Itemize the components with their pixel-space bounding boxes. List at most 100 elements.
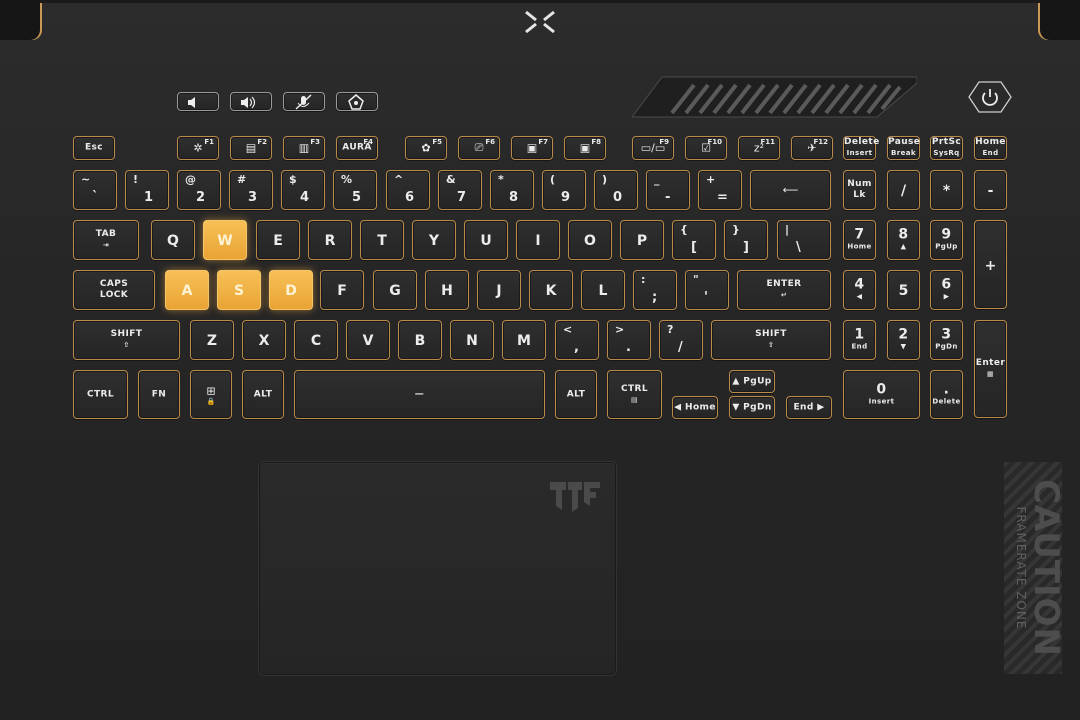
bottom-row-key-0[interactable]: CTRL	[73, 370, 128, 419]
qwerty-row-key-11[interactable]: {[	[672, 220, 716, 260]
qwerty-row-key-13[interactable]: | \	[777, 220, 831, 260]
home-row-key-3[interactable]: D	[269, 270, 313, 310]
qwerty-row-key-15[interactable]: 8 ▲	[887, 220, 920, 260]
qwerty-row-key-12[interactable]: }]	[724, 220, 768, 260]
fn-row-key-10[interactable]: ☑ F10	[685, 136, 727, 160]
shift-row-key-5[interactable]: B	[398, 320, 442, 360]
bottom-row-key-5[interactable]: ALT	[555, 370, 597, 419]
shift-row-key-12[interactable]: 1 End	[843, 320, 876, 360]
shift-row-key-3[interactable]: C	[294, 320, 338, 360]
bottom-row-key-10[interactable]: End ▶	[786, 396, 832, 419]
fn-row-key-16[interactable]: Home End	[974, 136, 1007, 160]
home-row-key-5[interactable]: G	[373, 270, 417, 310]
number-row-key-15[interactable]: /	[887, 170, 920, 210]
home-row-key-2[interactable]: S	[217, 270, 261, 310]
fn-row-key-13[interactable]: Delete Insert	[843, 136, 879, 160]
bottom-row-key-8[interactable]: ▲ PgUp	[729, 370, 775, 393]
shift-row-key-0[interactable]: SHIFT ⇧	[73, 320, 180, 360]
number-row-key-13[interactable]: ⟵	[750, 170, 831, 210]
hotkey-armoury-button[interactable]	[336, 92, 378, 111]
shift-row-key-15[interactable]: Enter ▦	[974, 320, 1007, 418]
home-row-key-14[interactable]: 5	[887, 270, 920, 310]
number-row-key-6[interactable]: ^ 6	[386, 170, 430, 210]
hotkey-vol-up-button[interactable]	[230, 92, 272, 111]
qwerty-row-key-1[interactable]: Q	[151, 220, 195, 260]
bottom-row-key-11[interactable]: 0 Insert	[843, 370, 920, 419]
number-row-key-10[interactable]: ) 0	[594, 170, 638, 210]
qwerty-row-key-2[interactable]: W	[203, 220, 247, 260]
home-row-key-0[interactable]: CAPS LOCK	[73, 270, 155, 310]
qwerty-row-key-9[interactable]: O	[568, 220, 612, 260]
home-row-key-8[interactable]: K	[529, 270, 573, 310]
shift-row-key-9[interactable]: >.	[607, 320, 651, 360]
fn-row-key-0[interactable]: Esc	[73, 136, 115, 160]
number-row-key-9[interactable]: (9	[542, 170, 586, 210]
hotkey-mic-mute-button[interactable]	[283, 92, 325, 111]
fn-row-key-7[interactable]: ▣ F7	[511, 136, 553, 160]
shift-row-key-1[interactable]: Z	[190, 320, 234, 360]
qwerty-row-key-7[interactable]: U	[464, 220, 508, 260]
shift-row-key-7[interactable]: M	[502, 320, 546, 360]
fn-row-key-5[interactable]: ✿ F5	[405, 136, 447, 160]
home-row-key-4[interactable]: F	[320, 270, 364, 310]
qwerty-row-key-3[interactable]: E	[256, 220, 300, 260]
number-row-key-11[interactable]: _ -	[646, 170, 690, 210]
qwerty-row-key-17[interactable]: +	[974, 220, 1007, 309]
shift-row-key-14[interactable]: 3 PgDn	[930, 320, 963, 360]
bottom-row-key-2[interactable]: ⊞ 🔒	[190, 370, 232, 419]
bottom-row-key-9[interactable]: ▼ PgDn	[729, 396, 775, 419]
qwerty-row-key-8[interactable]: I	[516, 220, 560, 260]
shift-row-key-8[interactable]: <,	[555, 320, 599, 360]
hotkey-vol-down-button[interactable]	[177, 92, 219, 111]
home-row-key-13[interactable]: 4 ◀	[843, 270, 876, 310]
home-row-key-10[interactable]: :;	[633, 270, 677, 310]
home-row-key-7[interactable]: J	[477, 270, 521, 310]
bottom-row-key-6[interactable]: CTRL ▤	[607, 370, 662, 419]
qwerty-row-key-6[interactable]: Y	[412, 220, 456, 260]
fn-row-key-9[interactable]: ▭/▭ F9	[632, 136, 674, 160]
home-row-key-9[interactable]: L	[581, 270, 625, 310]
fn-row-key-3[interactable]: ▥ F3	[283, 136, 325, 160]
qwerty-row-key-0[interactable]: TAB ⇥	[73, 220, 139, 260]
bottom-row-key-3[interactable]: ALT	[242, 370, 284, 419]
fn-row-key-15[interactable]: PrtSc SysRq	[930, 136, 963, 160]
shift-row-key-11[interactable]: SHIFT ⇧	[711, 320, 831, 360]
number-row-key-8[interactable]: * 8	[490, 170, 534, 210]
home-row-key-15[interactable]: 6 ▶	[930, 270, 963, 310]
qwerty-row-key-10[interactable]: P	[620, 220, 664, 260]
home-row-key-11[interactable]: " '	[685, 270, 729, 310]
power-button[interactable]	[968, 80, 1012, 114]
number-row-key-14[interactable]: Num Lk	[843, 170, 876, 210]
number-row-key-4[interactable]: $4	[281, 170, 325, 210]
number-row-key-5[interactable]: % 5	[333, 170, 377, 210]
shift-row-key-10[interactable]: ? /	[659, 320, 703, 360]
number-row-key-1[interactable]: ! 1	[125, 170, 169, 210]
fn-row-key-1[interactable]: ✲ F1	[177, 136, 219, 160]
home-row-key-1[interactable]: A	[165, 270, 209, 310]
bottom-row-key-7[interactable]: ◀ Home	[672, 396, 718, 419]
fn-row-key-6[interactable]: ⎚ F6	[458, 136, 500, 160]
fn-row-key-11[interactable]: z² F11	[738, 136, 780, 160]
bottom-row-key-1[interactable]: FN	[138, 370, 180, 419]
home-row-key-12[interactable]: ENTER ↵	[737, 270, 831, 310]
bottom-row-key-4[interactable]: —	[294, 370, 545, 419]
fn-row-key-4[interactable]: AURA F4	[336, 136, 378, 160]
qwerty-row-key-14[interactable]: 7 Home	[843, 220, 876, 260]
number-row-key-7[interactable]: & 7	[438, 170, 482, 210]
number-row-key-12[interactable]: + =	[698, 170, 742, 210]
shift-row-key-4[interactable]: V	[346, 320, 390, 360]
fn-row-key-8[interactable]: ▣ F8	[564, 136, 606, 160]
shift-row-key-13[interactable]: 2 ▼	[887, 320, 920, 360]
shift-row-key-2[interactable]: X	[242, 320, 286, 360]
fn-row-key-12[interactable]: ✈ F12	[791, 136, 833, 160]
bottom-row-key-12[interactable]: . Delete	[930, 370, 963, 419]
number-row-key-2[interactable]: @2	[177, 170, 221, 210]
fn-row-key-2[interactable]: ▤ F2	[230, 136, 272, 160]
number-row-key-3[interactable]: #3	[229, 170, 273, 210]
shift-row-key-6[interactable]: N	[450, 320, 494, 360]
qwerty-row-key-4[interactable]: R	[308, 220, 352, 260]
number-row-key-17[interactable]: -	[974, 170, 1007, 210]
qwerty-row-key-5[interactable]: T	[360, 220, 404, 260]
number-row-key-16[interactable]: *	[930, 170, 963, 210]
home-row-key-6[interactable]: H	[425, 270, 469, 310]
